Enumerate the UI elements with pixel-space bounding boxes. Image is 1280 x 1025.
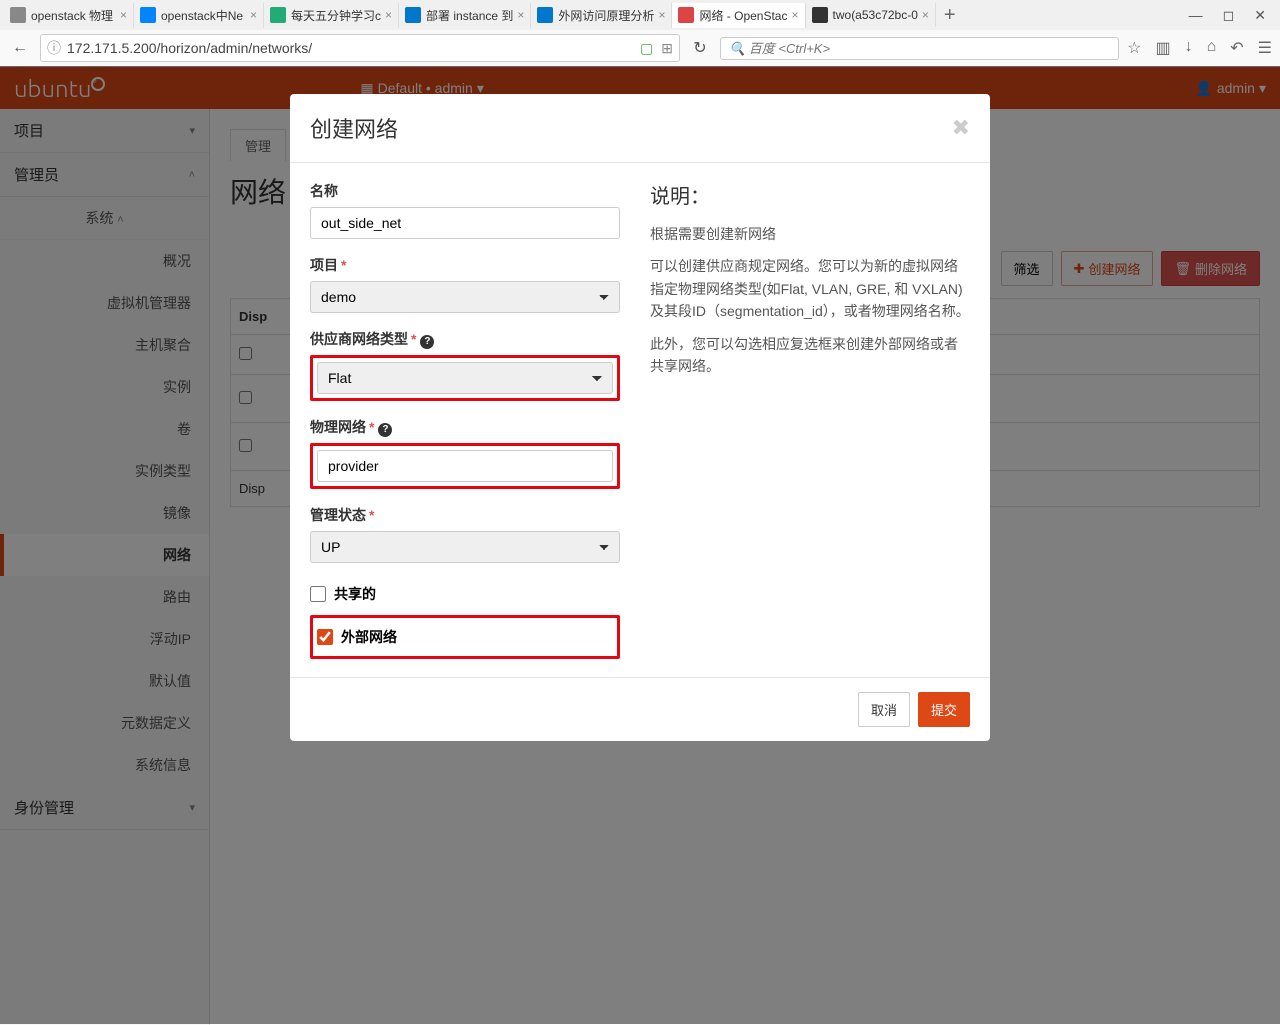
description-text: 可以创建供应商规定网络。您可以为新的虚拟网络指定物理网络类型(如Flat, VL… (650, 255, 970, 322)
project-select[interactable]: demo (310, 281, 620, 313)
url-text: 172.171.5.200/horizon/admin/networks/ (67, 40, 312, 56)
name-label: 名称 (310, 181, 620, 201)
help-icon[interactable]: ? (378, 423, 392, 437)
close-tab-icon[interactable]: × (246, 8, 257, 22)
favicon (812, 7, 828, 23)
browser-tab[interactable]: openstack中Ne× (134, 3, 264, 28)
browser-tab-bar: openstack 物理× openstack中Ne× 每天五分钟学习c× 部署… (0, 0, 1280, 30)
star-icon[interactable]: ☆ (1127, 38, 1141, 58)
highlight-annotation: 外部网络 (310, 615, 620, 659)
browser-tab[interactable]: 外网访问原理分析× (531, 3, 672, 28)
close-icon[interactable]: ✖ (952, 115, 970, 141)
menu-icon[interactable]: ☰ (1258, 38, 1272, 58)
favicon (678, 7, 694, 23)
download-icon[interactable]: ↓ (1185, 38, 1193, 58)
shared-checkbox-row: 共享的 (310, 579, 620, 609)
reload-button[interactable]: ↻ (688, 38, 712, 58)
close-tab-icon[interactable]: × (116, 8, 127, 22)
description-title: 说明： (650, 181, 970, 213)
close-tab-icon[interactable]: × (788, 8, 799, 22)
admin-state-label: 管理状态* (310, 505, 620, 525)
external-checkbox-row: 外部网络 (317, 622, 613, 652)
qr-icon[interactable]: ⊞ (661, 40, 673, 57)
search-input[interactable] (720, 37, 1119, 60)
url-bar[interactable]: ⓘ 172.171.5.200/horizon/admin/networks/ … (40, 34, 680, 62)
highlight-annotation (310, 443, 620, 489)
browser-tab[interactable]: 部署 instance 到× (399, 3, 531, 28)
new-tab-button[interactable]: + (936, 4, 964, 27)
favicon (270, 7, 286, 23)
project-label: 项目* (310, 255, 620, 275)
description-text: 根据需要创建新网络 (650, 223, 970, 245)
history-icon[interactable]: ↶ (1230, 38, 1243, 58)
external-label: 外部网络 (341, 627, 397, 647)
close-tab-icon[interactable]: × (381, 8, 392, 22)
highlight-annotation: Flat (310, 355, 620, 401)
modal-title: 创建网络 (310, 112, 398, 144)
library-icon[interactable]: ▥ (1155, 38, 1170, 58)
home-icon[interactable]: ⌂ (1207, 38, 1217, 58)
physical-network-label: 物理网络*? (310, 417, 620, 437)
shield-icon[interactable]: ▢ (640, 40, 653, 57)
close-tab-icon[interactable]: × (654, 8, 665, 22)
minimize-icon[interactable]: — (1189, 7, 1203, 24)
provider-type-label: 供应商网络类型*? (310, 329, 620, 349)
physical-network-input[interactable] (317, 450, 613, 482)
shared-checkbox[interactable] (310, 586, 326, 602)
browser-nav-bar: ← ⓘ 172.171.5.200/horizon/admin/networks… (0, 30, 1280, 66)
favicon (537, 7, 553, 23)
favicon (10, 7, 26, 23)
provider-type-select[interactable]: Flat (317, 362, 613, 394)
info-icon[interactable]: ⓘ (47, 38, 61, 58)
favicon (140, 7, 156, 23)
shared-label: 共享的 (334, 584, 376, 604)
back-button[interactable]: ← (8, 39, 32, 57)
close-window-icon[interactable]: ✕ (1254, 7, 1266, 24)
modal-overlay: 创建网络 ✖ 名称 项目* demo 供应商网络类型*? Flat (0, 66, 1280, 1024)
help-icon[interactable]: ? (420, 335, 434, 349)
browser-tab[interactable]: 每天五分钟学习c× (264, 3, 399, 28)
create-network-modal: 创建网络 ✖ 名称 项目* demo 供应商网络类型*? Flat (290, 94, 990, 741)
admin-state-select[interactable]: UP (310, 531, 620, 563)
browser-tab-active[interactable]: 网络 - OpenStac× (672, 3, 805, 28)
maximize-icon[interactable]: ◻ (1223, 7, 1235, 24)
close-tab-icon[interactable]: × (918, 8, 929, 22)
browser-tab[interactable]: two(a53c72bc-0× (806, 3, 936, 27)
browser-tab[interactable]: openstack 物理× (4, 3, 134, 28)
description-text: 此外，您可以勾选相应复选框来创建外部网络或者共享网络。 (650, 333, 970, 378)
submit-button[interactable]: 提交 (918, 692, 970, 727)
favicon (405, 7, 421, 23)
close-tab-icon[interactable]: × (513, 8, 524, 22)
name-input[interactable] (310, 207, 620, 239)
cancel-button[interactable]: 取消 (858, 692, 910, 727)
external-checkbox[interactable] (317, 629, 333, 645)
